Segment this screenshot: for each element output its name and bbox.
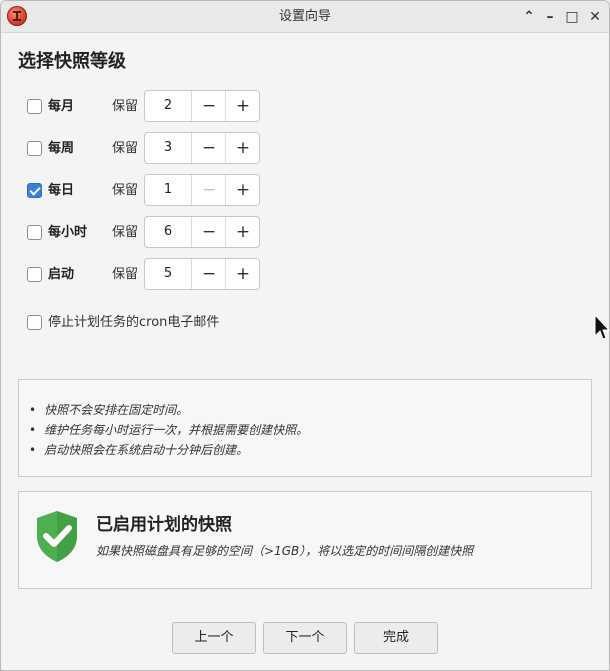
keep-label: 保留 xyxy=(112,99,139,114)
monthly-label[interactable]: 每月 xyxy=(48,90,74,124)
weekly-keep-spinner: 3 − + xyxy=(144,132,260,164)
level-row-hourly: 每小时 保留 6 − + xyxy=(27,216,267,250)
level-row-weekly: 每周 保留 3 − + xyxy=(27,132,267,166)
level-row-boot: 启动 保留 5 − + xyxy=(27,258,267,292)
keep-label: 保留 xyxy=(112,141,139,156)
status-description: 如果快照磁盘具有足够的空间（>1GB），将以选定的时间间隔创建快照 xyxy=(96,544,474,558)
maximize-button[interactable]: □ xyxy=(562,7,582,27)
status-title: 已启用计划的快照 xyxy=(96,515,232,535)
next-button[interactable]: 下一个 xyxy=(263,622,347,654)
hourly-decrement-button[interactable]: − xyxy=(191,217,226,247)
info-line: • 快照不会安排在固定时间。 xyxy=(29,400,188,420)
bullet: • xyxy=(29,403,37,417)
info-panel: • 快照不会安排在固定时间。 • 维护任务每小时运行一次，并根据需要创建快照。 • 启… xyxy=(18,379,592,477)
previous-button[interactable]: 上一个 xyxy=(172,622,256,654)
daily-increment-button[interactable]: + xyxy=(225,175,260,205)
window-title: 设置向导 xyxy=(278,9,331,24)
status-panel: 已启用计划的快照 如果快照磁盘具有足够的空间（>1GB），将以选定的时间间隔创建… xyxy=(18,491,592,589)
monthly-keep-value[interactable]: 2 xyxy=(145,91,191,121)
cron-email-label[interactable]: 停止计划任务的cron电子邮件 xyxy=(48,313,219,333)
keep-label: 保留 xyxy=(112,183,139,198)
shield-check-icon xyxy=(37,511,77,562)
daily-keep-spinner: 1 − + xyxy=(144,174,260,206)
hourly-keep-spinner: 6 − + xyxy=(144,216,260,248)
setup-wizard-window: 设置向导 ⌃ – □ ✕ 选择快照等级 每月 保留 2 − + 每周 保留 3 … xyxy=(0,0,610,671)
weekly-label[interactable]: 每周 xyxy=(48,132,74,166)
finish-button[interactable]: 完成 xyxy=(354,622,438,654)
daily-checkbox[interactable] xyxy=(27,183,42,198)
mouse-cursor-icon xyxy=(594,314,610,340)
cron-email-checkbox[interactable] xyxy=(27,315,42,330)
monthly-increment-button[interactable]: + xyxy=(225,91,260,121)
bullet: • xyxy=(29,443,37,457)
monthly-decrement-button[interactable]: − xyxy=(191,91,226,121)
keep-label: 保留 xyxy=(112,225,139,240)
boot-increment-button[interactable]: + xyxy=(225,259,260,289)
info-text: 维护任务每小时运行一次，并根据需要创建快照。 xyxy=(44,423,309,437)
hourly-keep-value[interactable]: 6 xyxy=(145,217,191,247)
collapse-button[interactable]: ⌃ xyxy=(519,7,539,27)
boot-decrement-button[interactable]: − xyxy=(191,259,226,289)
cron-email-row: 停止计划任务的cron电子邮件 xyxy=(27,313,327,333)
weekly-decrement-button[interactable]: − xyxy=(191,133,226,163)
keep-label: 保留 xyxy=(112,267,139,282)
level-row-monthly: 每月 保留 2 − + xyxy=(27,90,267,124)
hourly-label[interactable]: 每小时 xyxy=(48,216,87,250)
close-button[interactable]: ✕ xyxy=(585,7,605,27)
level-row-daily: 每日 保留 1 − + xyxy=(27,174,267,208)
info-text: 启动快照会在系统启动十分钟后创建。 xyxy=(44,443,249,457)
minimize-button[interactable]: – xyxy=(540,7,560,27)
bullet: • xyxy=(29,423,37,437)
hourly-increment-button[interactable]: + xyxy=(225,217,260,247)
weekly-keep-value[interactable]: 3 xyxy=(145,133,191,163)
monthly-checkbox[interactable] xyxy=(27,99,42,114)
boot-keep-value[interactable]: 5 xyxy=(145,259,191,289)
monthly-keep-spinner: 2 − + xyxy=(144,90,260,122)
info-text: 快照不会安排在固定时间。 xyxy=(44,403,189,417)
page-title: 选择快照等级 xyxy=(18,51,126,72)
title-bar: 设置向导 ⌃ – □ ✕ xyxy=(1,1,609,33)
info-line: • 启动快照会在系统启动十分钟后创建。 xyxy=(29,440,248,460)
info-line: • 维护任务每小时运行一次，并根据需要创建快照。 xyxy=(29,420,308,440)
weekly-increment-button[interactable]: + xyxy=(225,133,260,163)
boot-checkbox[interactable] xyxy=(27,267,42,282)
daily-keep-value[interactable]: 1 xyxy=(145,175,191,205)
daily-label[interactable]: 每日 xyxy=(48,174,74,208)
boot-keep-spinner: 5 − + xyxy=(144,258,260,290)
hourly-checkbox[interactable] xyxy=(27,225,42,240)
boot-label[interactable]: 启动 xyxy=(48,258,74,292)
daily-decrement-button[interactable]: − xyxy=(191,175,226,205)
weekly-checkbox[interactable] xyxy=(27,141,42,156)
